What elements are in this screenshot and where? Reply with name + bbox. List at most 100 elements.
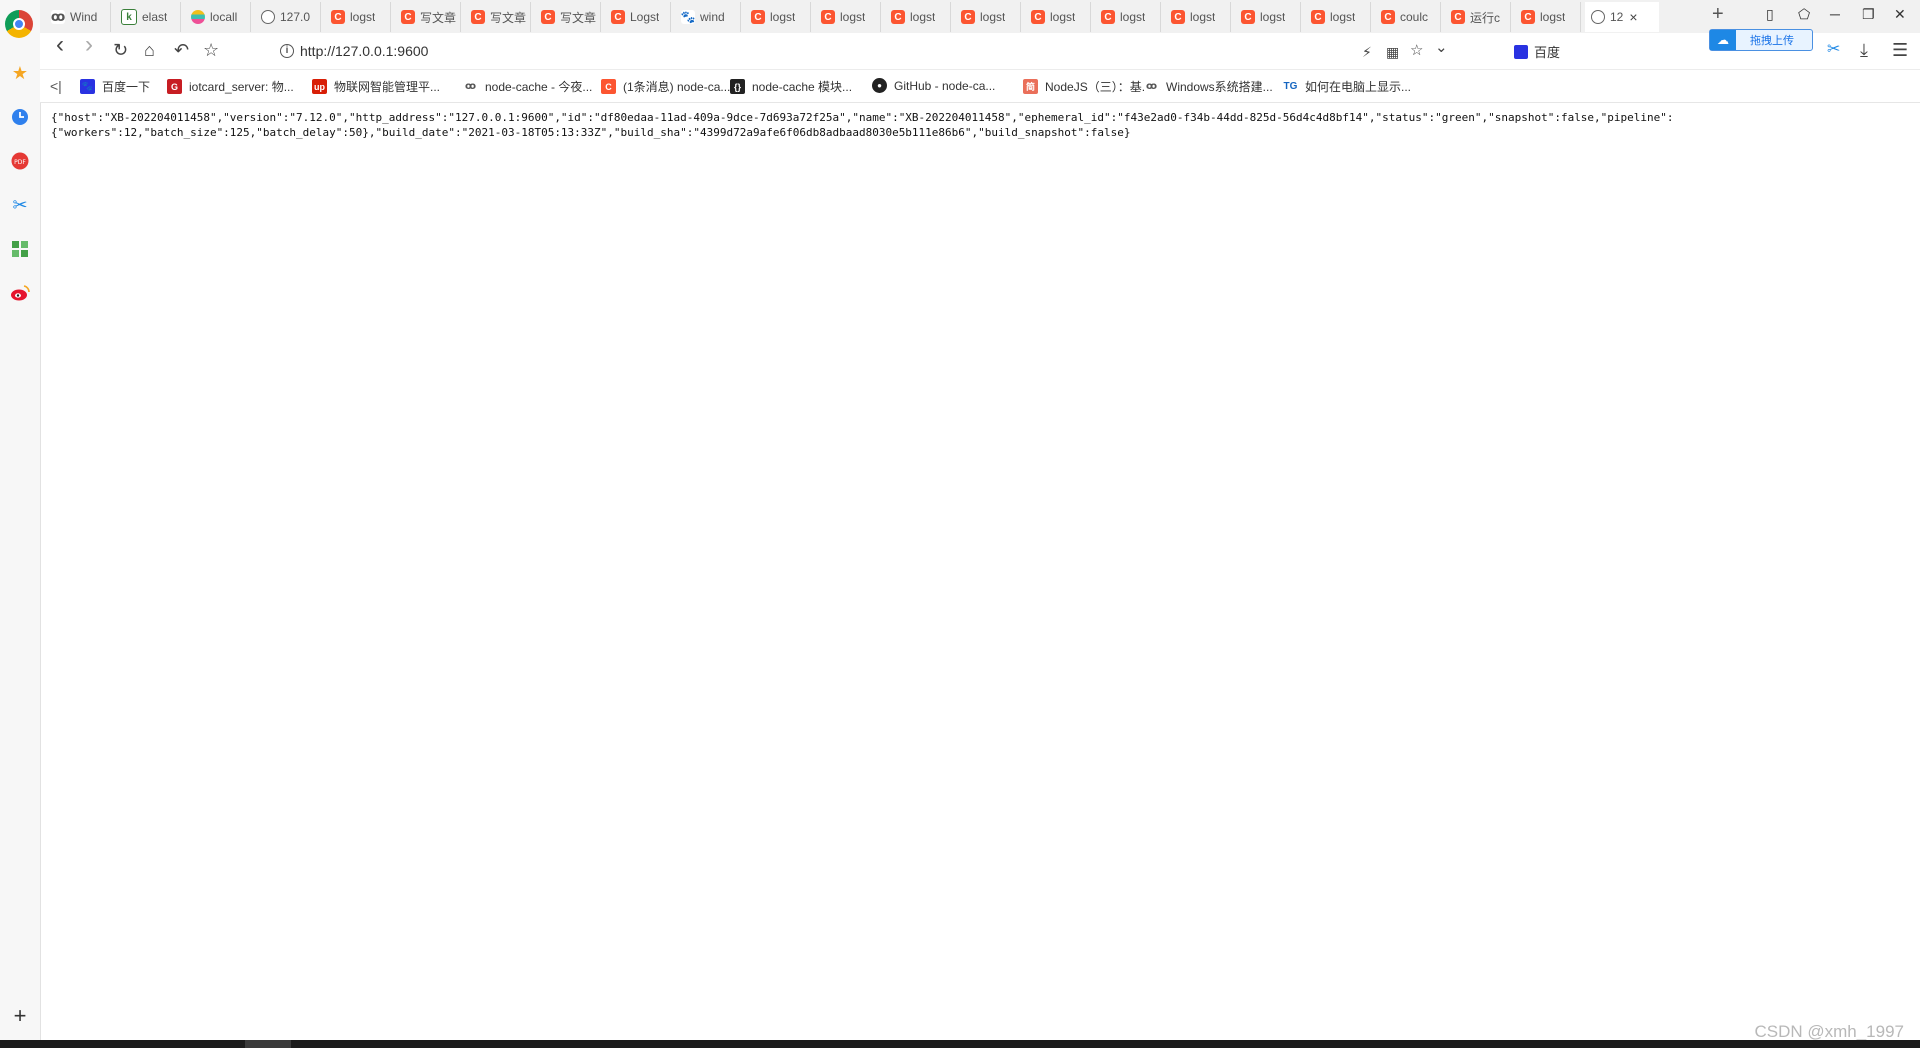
- csdn-favicon-icon: [401, 10, 415, 24]
- csdn-favicon-icon: [331, 10, 345, 24]
- csdn-favicon-icon: [821, 10, 835, 24]
- reload-icon[interactable]: ↻: [113, 41, 128, 59]
- tab-11[interactable]: logst: [745, 2, 811, 32]
- csdn-favicon-icon: [1381, 10, 1395, 24]
- tab-15[interactable]: logst: [1025, 2, 1091, 32]
- tab-10[interactable]: 🐾 wind: [675, 2, 741, 32]
- tab-1[interactable]: ꝏ Wind: [45, 2, 111, 32]
- tab-label: 写文章: [560, 10, 597, 25]
- bookmark-item[interactable]: TG 如何在电脑上显示...: [1283, 78, 1411, 95]
- history-clock-icon[interactable]: [9, 106, 31, 128]
- globe-favicon-icon: [1591, 10, 1605, 24]
- tab-20[interactable]: coulc: [1375, 2, 1441, 32]
- tab-4[interactable]: 127.0: [255, 2, 321, 32]
- weibo-icon[interactable]: [9, 282, 31, 304]
- csdn-favicon-icon: [541, 10, 555, 24]
- mirror-favicon-icon: ꝏ: [1144, 79, 1159, 94]
- csdn-favicon-icon: [1451, 10, 1465, 24]
- bookmark-item[interactable]: ● GitHub - node-ca...: [872, 78, 995, 93]
- tab-16[interactable]: logst: [1095, 2, 1161, 32]
- bookmark-item[interactable]: C (1条消息) node-ca...: [601, 78, 730, 95]
- screenshot-scissors-icon[interactable]: ✂: [1827, 41, 1840, 59]
- download-icon[interactable]: ⤓: [1860, 41, 1868, 59]
- qr-code-icon[interactable]: ▦: [1386, 43, 1399, 61]
- bookmark-label: node-cache - 今夜...: [485, 80, 593, 94]
- tab-14[interactable]: logst: [955, 2, 1021, 32]
- search-engine-selector[interactable]: 百度: [1514, 42, 1560, 61]
- back-icon[interactable]: ‹: [56, 33, 64, 57]
- taskbar-active-item[interactable]: [245, 1040, 291, 1048]
- tab-label: logst: [1540, 10, 1566, 24]
- tab-label: logst: [1330, 10, 1356, 24]
- tab-2[interactable]: k elast: [115, 2, 181, 32]
- tab-7[interactable]: 写文章: [465, 2, 531, 32]
- tab-label: logst: [1260, 10, 1286, 24]
- site-info-icon[interactable]: i: [280, 44, 294, 58]
- tab-6[interactable]: 写文章: [395, 2, 461, 32]
- tab-17[interactable]: logst: [1165, 2, 1231, 32]
- bookmark-item[interactable]: 简 NodeJS（三）：基...: [1023, 78, 1152, 95]
- csdn-favicon-icon: [751, 10, 765, 24]
- close-window-button[interactable]: ✕: [1894, 6, 1906, 23]
- browser-logo-icon[interactable]: [5, 10, 33, 38]
- tab-8[interactable]: 写文章: [535, 2, 601, 32]
- cloud-upload-widget[interactable]: ☁ 拖拽上传: [1709, 29, 1813, 51]
- pdf-icon[interactable]: PDF: [9, 150, 31, 172]
- bookmark-item[interactable]: ꝏ Windows系统搭建...: [1144, 78, 1273, 95]
- baidu-favicon-icon: 🐾: [680, 10, 696, 24]
- tab-strip: + ▯ ⬠ ─ ❐ ✕ ꝏ Wind kelast locall 127.0 logst 写…: [40, 0, 1920, 33]
- url-text[interactable]: http://127.0.0.1:9600: [300, 43, 428, 59]
- dropdown-chevron-icon[interactable]: ⌄: [1435, 39, 1448, 57]
- tab-5[interactable]: logst: [325, 2, 391, 32]
- bookmark-item[interactable]: up 物联网智能管理平...: [312, 78, 440, 95]
- skin-icon[interactable]: ⬠: [1798, 6, 1810, 23]
- undo-close-icon[interactable]: ↶: [174, 41, 189, 59]
- tab-label: logst: [770, 10, 796, 24]
- jianshu-favicon-icon: 简: [1023, 79, 1038, 94]
- home-icon[interactable]: ⌂: [144, 41, 155, 59]
- navigation-toolbar: ‹ › ↻ ⌂ ↶ ☆ i http://127.0.0.1:9600 ⚡ ▦ …: [40, 33, 1920, 70]
- menu-icon[interactable]: ☰: [1892, 41, 1908, 59]
- favorites-star-icon[interactable]: ★: [9, 62, 31, 84]
- csdn-favicon-icon: [1241, 10, 1255, 24]
- lightning-icon[interactable]: ⚡: [1362, 43, 1372, 61]
- mirror-favicon-icon: ꝏ: [50, 9, 66, 24]
- scissors-icon[interactable]: ✂: [9, 194, 31, 216]
- apps-grid-icon[interactable]: [9, 238, 31, 260]
- new-tab-button[interactable]: +: [1712, 3, 1724, 26]
- minimize-button[interactable]: ─: [1830, 6, 1840, 22]
- bookmarks-collapse-icon[interactable]: <|: [50, 78, 62, 94]
- restore-button[interactable]: ❐: [1862, 6, 1875, 23]
- tab-label: 写文章: [490, 10, 527, 25]
- tab-label: logst: [980, 10, 1006, 24]
- cloud-icon: ☁: [1710, 30, 1736, 50]
- bookmark-item[interactable]: Giotcard_server: 物...: [167, 78, 294, 95]
- tab-12[interactable]: logst: [815, 2, 881, 32]
- bookmark-item[interactable]: {} node-cache 模块...: [730, 78, 852, 95]
- address-bar[interactable]: i http://127.0.0.1:9600: [280, 39, 1468, 63]
- tab-22[interactable]: logst: [1515, 2, 1581, 32]
- forward-icon[interactable]: ›: [85, 33, 93, 57]
- bookmark-label: node-cache 模块...: [752, 80, 853, 94]
- tab-label: logst: [1190, 10, 1216, 24]
- sidebar-add-icon[interactable]: +: [9, 1003, 31, 1028]
- tab-active[interactable]: 12 ×: [1585, 2, 1659, 32]
- csdn-favicon-icon: [1031, 10, 1045, 24]
- tab-3[interactable]: locall: [185, 2, 251, 32]
- bookmark-star-icon[interactable]: ☆: [203, 41, 219, 59]
- csdn-favicon-icon: [1311, 10, 1325, 24]
- bookmark-item[interactable]: ꝏ node-cache - 今夜...: [463, 78, 592, 95]
- csdn-favicon-icon: [471, 10, 485, 24]
- compact-mode-icon[interactable]: ▯: [1766, 6, 1774, 23]
- close-tab-icon[interactable]: ×: [1629, 9, 1637, 25]
- collect-star-icon[interactable]: ☆: [1410, 42, 1423, 60]
- tab-9[interactable]: Logst: [605, 2, 671, 32]
- tab-21[interactable]: 运行c: [1445, 2, 1511, 32]
- bookmark-label: 如何在电脑上显示...: [1305, 80, 1412, 94]
- bookmark-item[interactable]: 🐾 百度一下: [80, 78, 150, 95]
- bookmark-label: GitHub - node-ca...: [894, 78, 996, 93]
- tab-13[interactable]: logst: [885, 2, 951, 32]
- tab-18[interactable]: logst: [1235, 2, 1301, 32]
- tab-19[interactable]: logst: [1305, 2, 1371, 32]
- csdn-favicon-icon: [611, 10, 625, 24]
